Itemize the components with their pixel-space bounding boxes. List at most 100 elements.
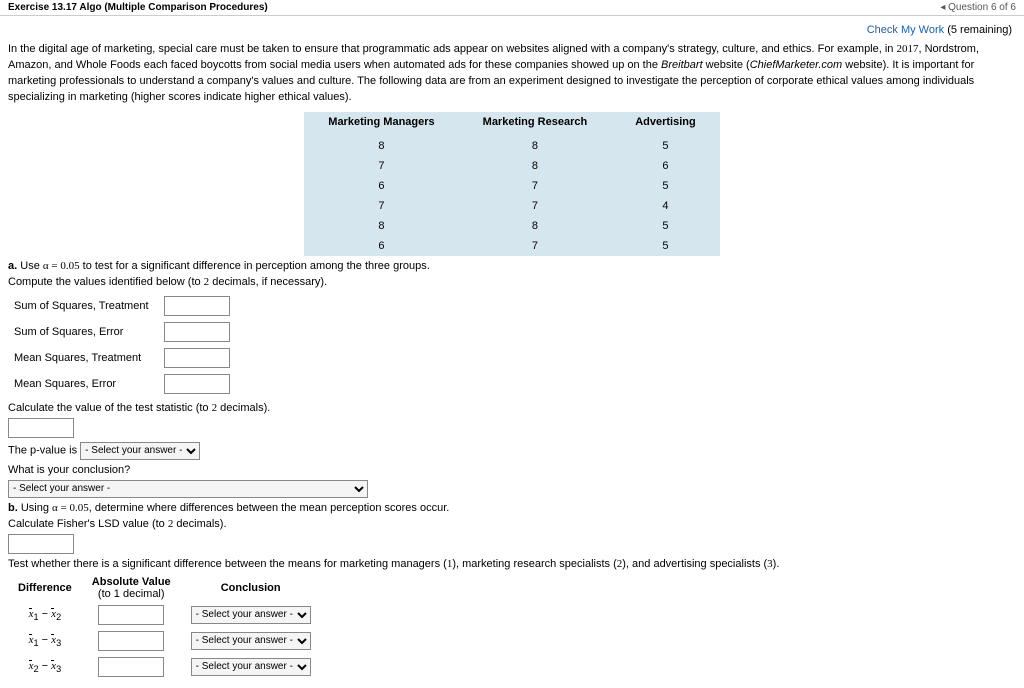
table-row: 885 <box>304 132 719 156</box>
compute-text1: Compute the values identified below (to <box>8 276 204 288</box>
col-header: Marketing Research <box>459 112 612 132</box>
anova-row: Mean Squares, Error <box>14 374 1016 394</box>
diff-pair-label: x1 − x2 <box>8 602 82 628</box>
diff-conclusion-select[interactable]: - Select your answer - <box>191 606 311 624</box>
diff-pair-label: x2 − x3 <box>8 654 82 680</box>
diff-value-input[interactable] <box>98 605 164 625</box>
table-cell: 8 <box>304 132 458 156</box>
diff-pair-label: x1 − x3 <box>8 628 82 654</box>
intro-paragraph: In the digital age of marketing, special… <box>8 42 1016 106</box>
difference-table: Difference Absolute Value (to 1 decimal)… <box>8 574 321 680</box>
col-header: Marketing Managers <box>304 112 458 132</box>
lsd-input[interactable] <box>8 534 74 554</box>
exercise-title: Exercise 13.17 Algo (Multiple Comparison… <box>8 2 268 13</box>
lsd-instruction: Calculate Fisher's LSD value (to 2 decim… <box>8 518 1016 530</box>
check-remaining: (5 remaining) <box>947 24 1012 36</box>
diff-conclusion-cell: - Select your answer - <box>181 602 321 628</box>
diff-conclusion-cell: - Select your answer - <box>181 628 321 654</box>
diff-value-input[interactable] <box>98 657 164 677</box>
question-indicator: ◂ Question 6 of 6 <box>940 2 1016 13</box>
compute-text2: decimals, if necessary). <box>209 276 327 288</box>
table-cell: 8 <box>304 216 458 236</box>
table-cell: 8 <box>459 156 612 176</box>
tm4: ). <box>773 558 780 570</box>
diff-conclusion-select[interactable]: - Select your answer - <box>191 632 311 650</box>
conclusion-row: - Select your answer - <box>8 480 1016 498</box>
anova-row: Sum of Squares, Treatment <box>14 296 1016 316</box>
conclusion-select[interactable]: - Select your answer - <box>8 480 368 498</box>
compute-instruction: Compute the values identified below (to … <box>8 276 1016 288</box>
intro-year: 2017 <box>896 43 918 55</box>
table-cell: 7 <box>304 196 458 216</box>
anova-row: Sum of Squares, Error <box>14 322 1016 342</box>
alpha-value-b: α = 0.05 <box>52 502 89 514</box>
anova-input[interactable] <box>164 348 230 368</box>
diff-value-input[interactable] <box>98 631 164 651</box>
part-a-prompt: a. Use α = 0.05 to test for a significan… <box>8 260 1016 272</box>
diff-h3: Conclusion <box>181 574 321 602</box>
diff-row: x1 − x2 - Select your answer - <box>8 602 321 628</box>
test-means-instruction: Test whether there is a significant diff… <box>8 558 1016 570</box>
pvalue-row: The p-value is - Select your answer - <box>8 442 1016 460</box>
check-my-work-row: Check My Work (5 remaining) <box>0 16 1024 42</box>
anova-label: Mean Squares, Error <box>14 378 164 390</box>
table-row: 786 <box>304 156 719 176</box>
table-cell: 6 <box>304 176 458 196</box>
calcstat-text1: Calculate the value of the test statisti… <box>8 402 212 414</box>
pvalue-select[interactable]: - Select your answer - <box>80 442 200 460</box>
table-cell: 4 <box>611 196 720 216</box>
table-cell: 5 <box>611 216 720 236</box>
table-cell: 6 <box>304 236 458 256</box>
test-stat-row <box>8 418 1016 438</box>
table-cell: 7 <box>304 156 458 176</box>
diff-h2b: (to 1 decimal) <box>92 588 171 600</box>
table-header-row: Marketing Managers Marketing Research Ad… <box>304 112 719 132</box>
anova-input[interactable] <box>164 374 230 394</box>
intro-site2: ChiefMarketer.com <box>750 59 843 71</box>
calc-stat-instruction: Calculate the value of the test statisti… <box>8 402 1016 414</box>
diff-h2: Absolute Value (to 1 decimal) <box>82 574 181 602</box>
part-b-text2: , determine where differences between th… <box>89 502 450 514</box>
part-a-label: a. <box>8 260 17 272</box>
data-table: Marketing Managers Marketing Research Ad… <box>304 112 719 256</box>
col-header: Advertising <box>611 112 720 132</box>
table-cell: 8 <box>459 132 612 156</box>
test-statistic-input[interactable] <box>8 418 74 438</box>
diff-value-cell <box>82 654 181 680</box>
part-a-text: Use <box>20 260 43 272</box>
part-b-label: b. <box>8 502 18 514</box>
tm2: ), marketing research specialists ( <box>452 558 616 570</box>
diff-conclusion-cell: - Select your answer - <box>181 654 321 680</box>
intro-text3: website ( <box>703 59 750 71</box>
anova-inputs: Sum of Squares, Treatment Sum of Squares,… <box>14 296 1016 394</box>
table-row: 675 <box>304 236 719 256</box>
table-row: 774 <box>304 196 719 216</box>
diff-h1: Difference <box>8 574 82 602</box>
table-cell: 7 <box>459 176 612 196</box>
top-bar: Exercise 13.17 Algo (Multiple Comparison… <box>0 0 1024 16</box>
table-row: 885 <box>304 216 719 236</box>
diff-value-cell <box>82 628 181 654</box>
check-my-work-link[interactable]: Check My Work <box>867 24 944 36</box>
content-area: In the digital age of marketing, special… <box>0 42 1024 688</box>
anova-input[interactable] <box>164 296 230 316</box>
table-cell: 7 <box>459 236 612 256</box>
pvalue-label1: The <box>8 444 30 456</box>
table-row: 675 <box>304 176 719 196</box>
table-cell: 5 <box>611 132 720 156</box>
tm1: Test whether there is a significant diff… <box>8 558 447 570</box>
lsd-text1: Calculate Fisher's LSD value (to <box>8 518 168 530</box>
diff-row: x1 − x3 - Select your answer - <box>8 628 321 654</box>
table-cell: 5 <box>611 236 720 256</box>
tm3: ), and advertising specialists ( <box>622 558 767 570</box>
part-a-text2: to test for a significant difference in … <box>80 260 430 272</box>
diff-conclusion-select[interactable]: - Select your answer - <box>191 658 311 676</box>
alpha-value: α = 0.05 <box>43 260 80 272</box>
anova-label: Sum of Squares, Treatment <box>14 300 164 312</box>
calcstat-text2: decimals). <box>217 402 270 414</box>
table-cell: 8 <box>459 216 612 236</box>
diff-header-row: Difference Absolute Value (to 1 decimal)… <box>8 574 321 602</box>
lsd-text2: decimals). <box>173 518 226 530</box>
anova-label: Mean Squares, Treatment <box>14 352 164 364</box>
anova-input[interactable] <box>164 322 230 342</box>
